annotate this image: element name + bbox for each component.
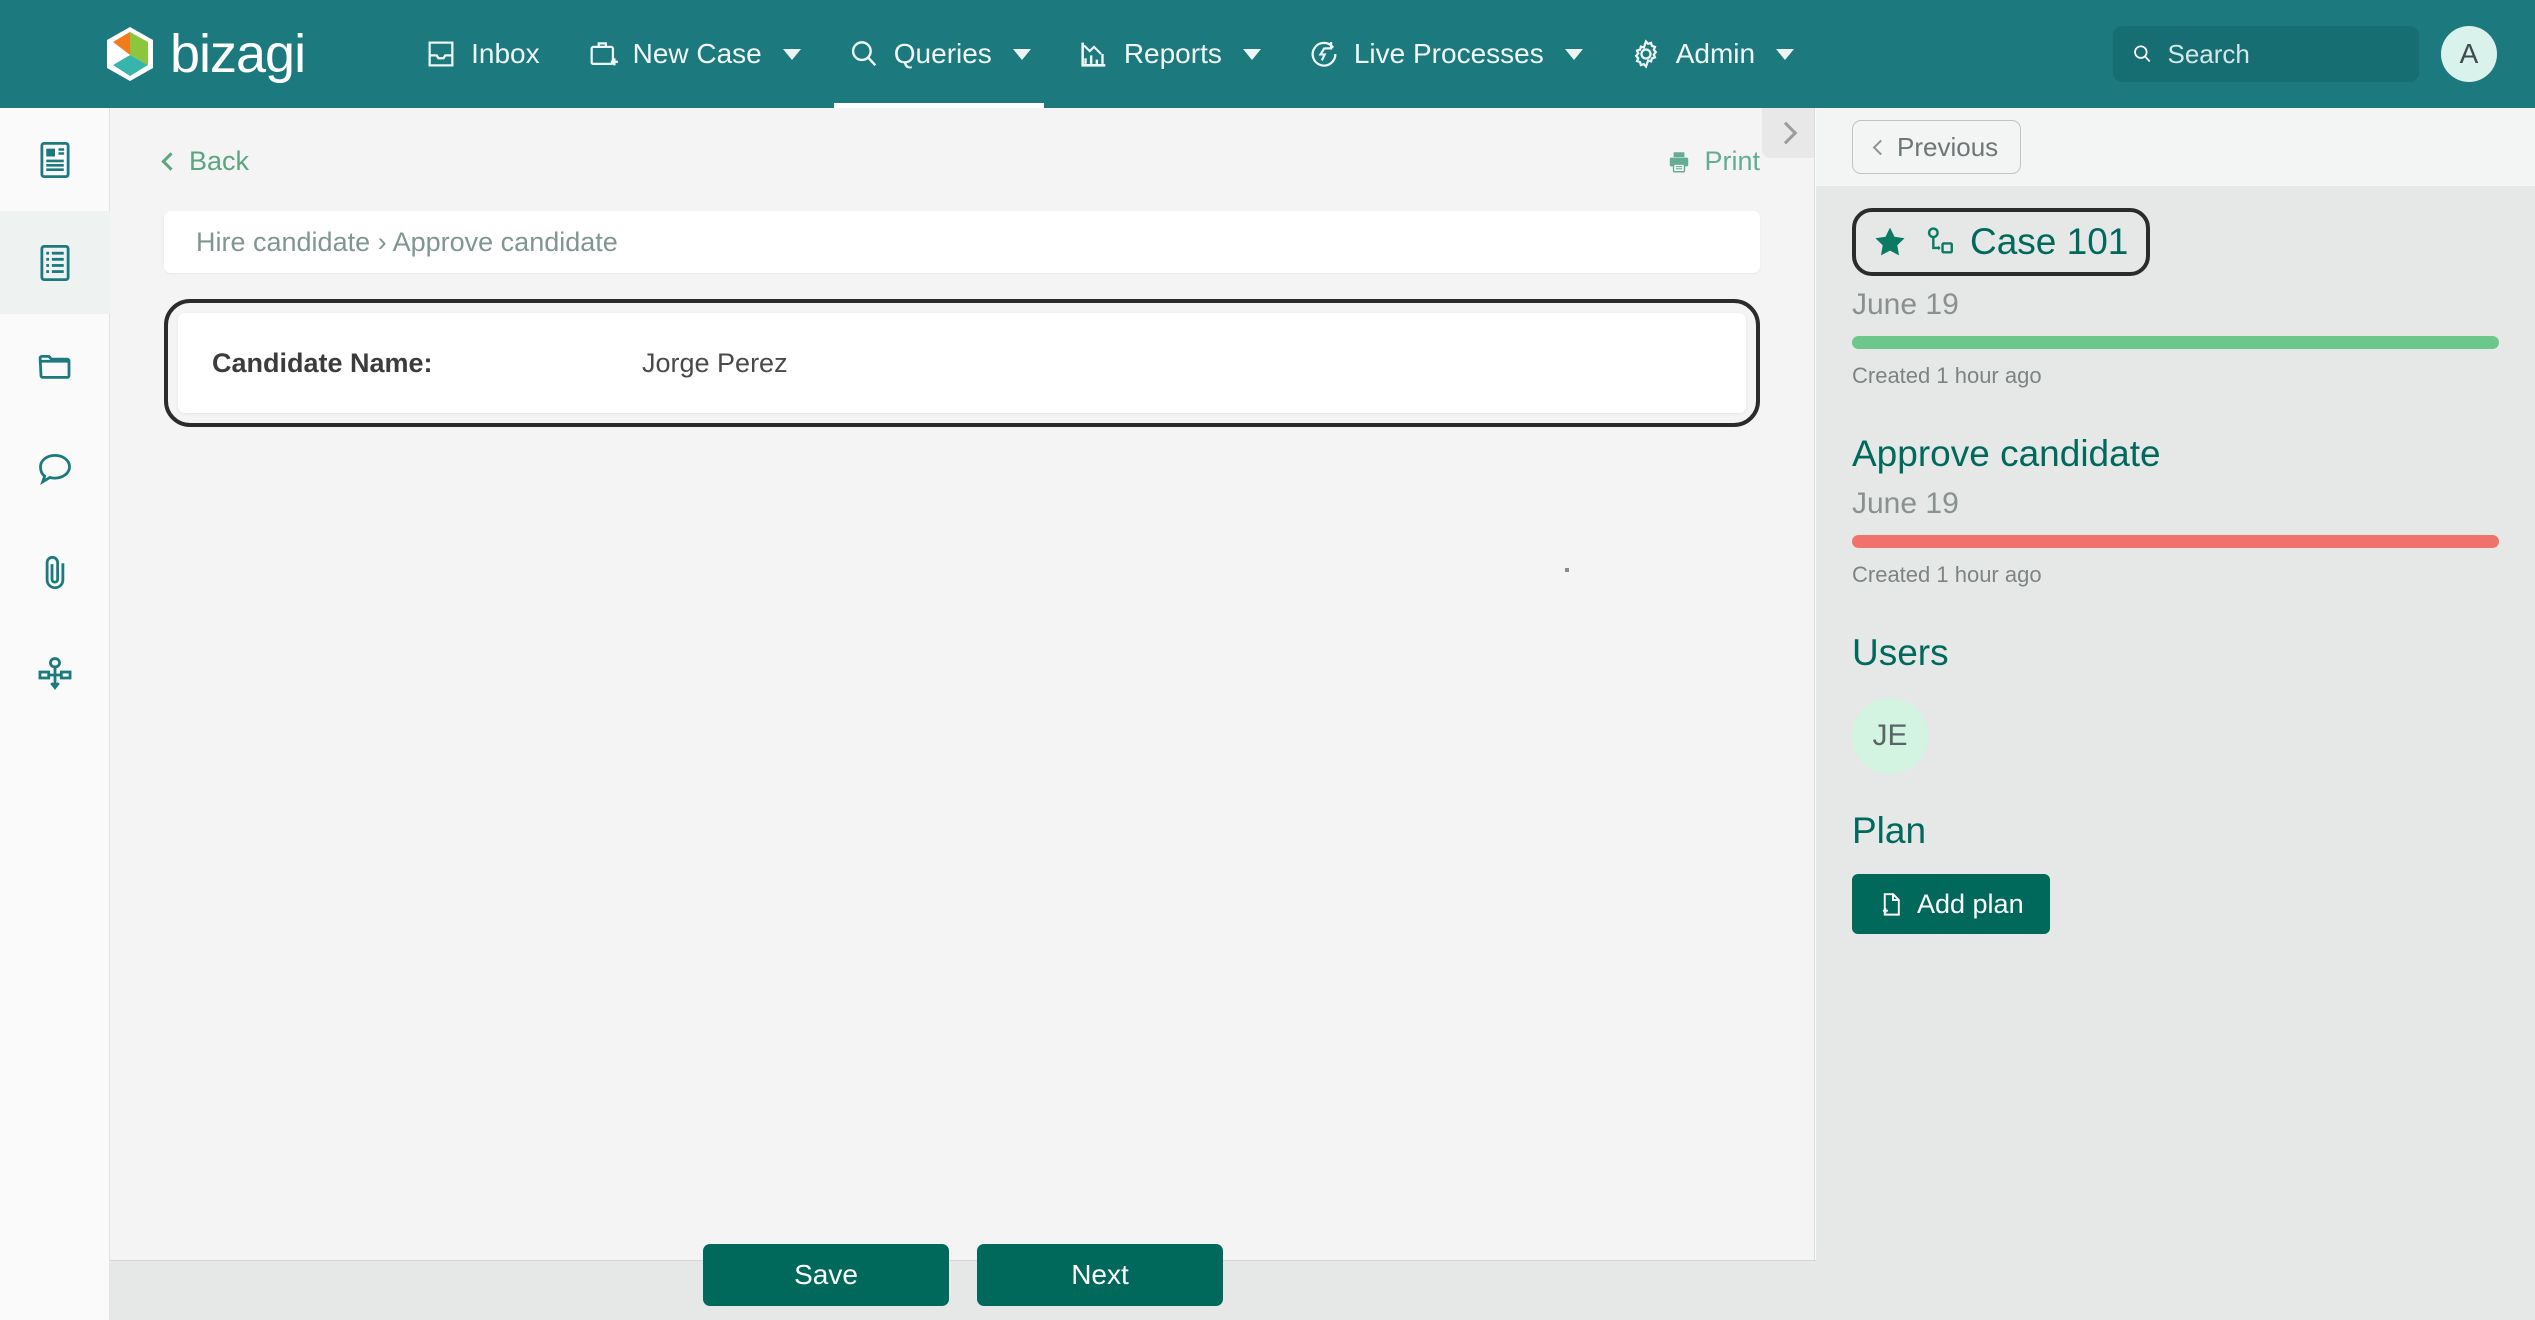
process-flow-icon	[1927, 227, 1953, 254]
collapse-panel-button[interactable]	[1762, 108, 1814, 158]
users-title: Users	[1852, 632, 1949, 673]
sidebar-item-process-diagram[interactable]	[0, 623, 110, 726]
nav-label-inbox: Inbox	[471, 38, 540, 69]
save-button[interactable]: Save	[703, 1243, 949, 1306]
activity-created: Created 1 hour ago	[1852, 562, 2042, 587]
nav-label-live-processes: Live Processes	[1353, 38, 1544, 69]
sidebar-item-attachments[interactable]	[0, 520, 110, 623]
left-sidebar	[0, 108, 110, 1320]
activity-progress-bar	[1852, 535, 2499, 548]
chevron-down-icon	[1564, 48, 1583, 60]
case-progress-bar	[1852, 336, 2499, 349]
printer-icon	[1670, 151, 1689, 172]
inbox-icon	[428, 41, 454, 67]
brand-name: bizagi	[170, 24, 306, 84]
paperclip-icon	[45, 555, 65, 589]
nav-label-reports: Reports	[1123, 38, 1222, 69]
form-highlight-annotation: Candidate Name: Jorge Perez	[164, 299, 1760, 427]
right-panel: Previous Case 101 June 19 Created 1 hour…	[1816, 108, 2535, 1320]
sidebar-item-form[interactable]	[0, 211, 110, 314]
top-navigation-bar: bizagi Inbox New Case Queries Reports Li…	[0, 0, 2535, 108]
briefcase-plus-icon	[590, 42, 618, 66]
brand-logo-area[interactable]: bizagi	[104, 24, 306, 84]
sidebar-item-summary[interactable]	[0, 108, 110, 211]
right-panel-body: Case 101 June 19 Created 1 hour ago Appr…	[1816, 186, 2535, 934]
search-input[interactable]	[2167, 38, 2401, 70]
candidate-name-value: Jorge Perez	[642, 347, 788, 378]
case-date: June 19	[1852, 288, 1959, 321]
chevron-down-icon	[782, 48, 801, 60]
search-icon	[2134, 45, 2151, 63]
chevron-down-icon	[1776, 48, 1795, 60]
nav-label-new-case: New Case	[632, 38, 762, 69]
user-avatar[interactable]: A	[2441, 26, 2497, 82]
breadcrumb: Hire candidate › Approve candidate	[164, 211, 1760, 273]
summary-document-icon	[40, 141, 70, 178]
back-label: Back	[189, 146, 250, 176]
print-button[interactable]: Print	[1666, 146, 1760, 177]
case-title: Case 101	[1970, 221, 2129, 262]
plan-title: Plan	[1852, 810, 1927, 851]
chevron-left-icon	[1872, 139, 1889, 155]
nav-label-queries: Queries	[893, 38, 992, 69]
breadcrumb-text: Hire candidate › Approve candidate	[196, 226, 618, 257]
nav-item-queries[interactable]: Queries	[824, 0, 1054, 108]
nav-items: Inbox New Case Queries Reports Live Proc…	[401, 0, 1817, 108]
search-box[interactable]	[2113, 26, 2419, 82]
candidate-form-card: Candidate Name: Jorge Perez	[178, 313, 1746, 413]
chevron-down-icon	[1012, 48, 1031, 60]
sidebar-item-folder[interactable]	[0, 314, 110, 417]
chart-icon	[1081, 42, 1106, 67]
print-label: Print	[1704, 146, 1760, 176]
bizagi-hexagon-logo-icon	[107, 27, 153, 81]
previous-button[interactable]: Previous	[1852, 120, 2022, 174]
nav-item-new-case[interactable]: New Case	[563, 0, 824, 108]
cursor-artifact	[1565, 568, 1569, 572]
nav-item-reports[interactable]: Reports	[1054, 0, 1284, 108]
main-header: Back Print	[110, 108, 1814, 177]
nav-item-inbox[interactable]: Inbox	[401, 0, 563, 108]
case-created: Created 1 hour ago	[1852, 363, 2042, 388]
search-icon	[851, 41, 876, 67]
footer-action-bar: Save Next	[110, 1243, 1816, 1320]
comment-bubble-icon	[39, 453, 71, 485]
nav-item-admin[interactable]: Admin	[1606, 0, 1817, 108]
main-content-area: Back Print Hire candidate › Approve cand…	[110, 108, 1815, 1260]
chevron-down-icon	[1242, 48, 1261, 60]
chevron-left-icon	[161, 152, 180, 171]
add-plan-button[interactable]: Add plan	[1852, 874, 2050, 934]
nav-item-live-processes[interactable]: Live Processes	[1284, 0, 1606, 108]
document-plus-icon	[1882, 892, 1900, 916]
nav-right-area: A	[2113, 26, 2497, 82]
form-checklist-icon	[40, 244, 70, 281]
add-plan-label: Add plan	[1917, 888, 2024, 919]
back-button[interactable]: Back	[161, 146, 250, 177]
next-button[interactable]: Next	[977, 1243, 1223, 1306]
live-processes-icon	[1311, 41, 1337, 67]
right-panel-header: Previous	[1816, 108, 2535, 186]
user-avatar-je[interactable]: JE	[1852, 698, 1928, 774]
folder-icon	[38, 354, 71, 379]
activity-title: Approve candidate	[1852, 433, 2161, 474]
gear-icon	[1634, 39, 1657, 69]
star-filled-icon[interactable]	[1872, 224, 1908, 260]
nav-label-admin: Admin	[1675, 38, 1756, 69]
case-highlight-annotation[interactable]: Case 101	[1852, 208, 2151, 276]
process-diagram-icon	[38, 656, 72, 690]
previous-label: Previous	[1897, 131, 1999, 162]
candidate-name-label: Candidate Name:	[212, 347, 433, 378]
chevron-right-icon	[1774, 121, 1797, 145]
activity-date: June 19	[1852, 487, 1959, 520]
sidebar-item-comments[interactable]	[0, 417, 110, 520]
